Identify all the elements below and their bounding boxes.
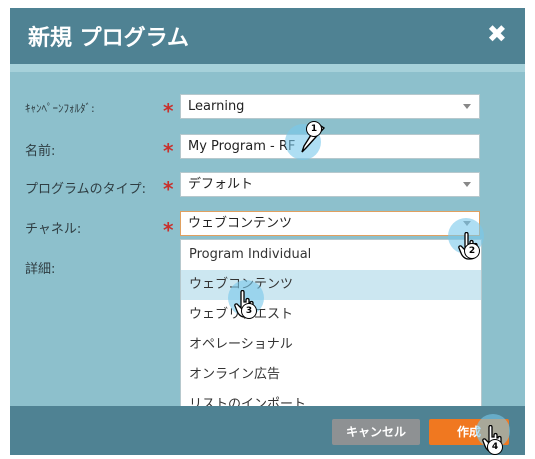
campaign-folder-value: Learning bbox=[188, 99, 245, 114]
dialog-title: 新規 プログラム bbox=[28, 26, 189, 51]
campaign-folder-label: ｷｬﾝﾍﾟｰﾝﾌｫﾙﾀﾞ: bbox=[25, 102, 95, 115]
channel-value: ウェブコンテンツ bbox=[188, 216, 293, 231]
name-label: 名前: bbox=[25, 144, 56, 159]
required-icon: * bbox=[163, 177, 174, 201]
dialog-header: 新規 プログラム ✖ bbox=[10, 8, 525, 64]
channel-select[interactable]: ウェブコンテンツ bbox=[180, 211, 480, 236]
channel-option[interactable]: オンライン広告 bbox=[181, 360, 481, 390]
step-number-badge: 1 bbox=[306, 121, 322, 137]
channel-label: チャネル: bbox=[25, 222, 82, 237]
header-divider bbox=[10, 64, 525, 72]
campaign-folder-select[interactable]: Learning bbox=[180, 94, 480, 119]
step-number-badge: 2 bbox=[464, 243, 480, 259]
details-label: 詳細: bbox=[25, 262, 56, 277]
cancel-button[interactable]: キャンセル bbox=[332, 419, 420, 445]
channel-option[interactable]: Program Individual bbox=[181, 240, 481, 270]
step-number-badge: 3 bbox=[241, 303, 257, 319]
program-type-label: プログラムのタイプ: bbox=[25, 182, 146, 197]
program-type-value: デフォルト bbox=[188, 177, 254, 192]
chevron-down-icon bbox=[463, 104, 471, 109]
channel-option-selected[interactable]: ウェブコンテンツ bbox=[181, 270, 481, 300]
program-type-select[interactable]: デフォルト bbox=[180, 172, 480, 197]
required-icon: * bbox=[163, 139, 174, 163]
close-icon[interactable]: ✖ bbox=[487, 20, 507, 48]
name-value: My Program - RF bbox=[188, 139, 296, 154]
channel-option[interactable]: ウェブリクエスト bbox=[181, 300, 481, 330]
required-icon: * bbox=[163, 218, 174, 242]
channel-dropdown: Program Individual ウェブコンテンツ ウェブリクエスト オペレ… bbox=[180, 239, 482, 414]
step-number-badge: 4 bbox=[487, 439, 503, 455]
name-input[interactable]: My Program - RF bbox=[180, 134, 480, 159]
channel-option[interactable]: オペレーショナル bbox=[181, 330, 481, 360]
required-icon: * bbox=[163, 99, 174, 123]
chevron-down-icon bbox=[463, 182, 471, 187]
